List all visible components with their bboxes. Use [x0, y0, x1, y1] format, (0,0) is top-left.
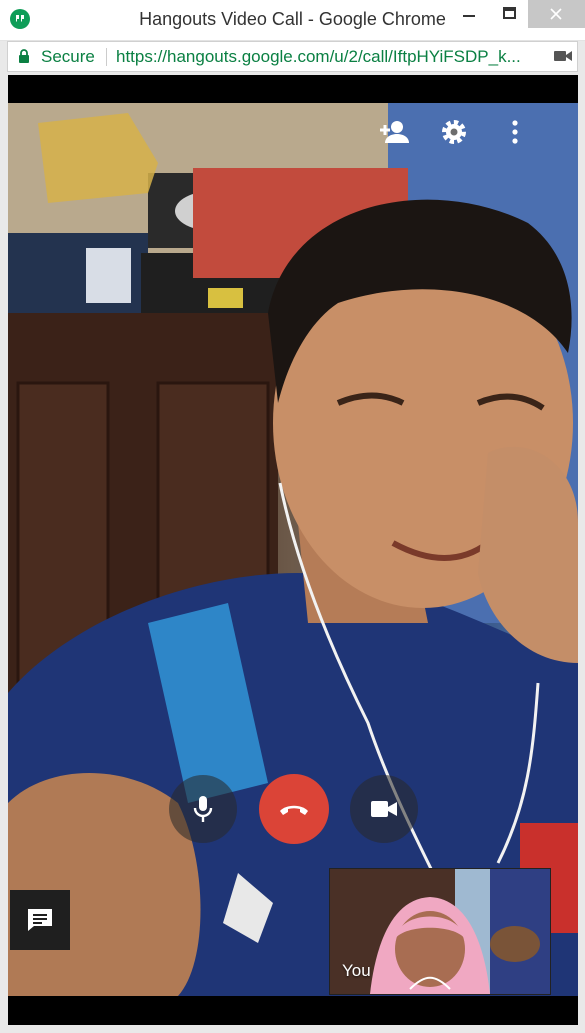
close-button[interactable] — [528, 0, 585, 28]
microphone-icon — [193, 796, 213, 822]
video-call-area: You — [8, 75, 578, 1025]
camera-icon — [371, 801, 397, 817]
self-view-label: You — [342, 961, 371, 980]
chat-button[interactable] — [10, 890, 70, 950]
url-text[interactable]: https://hangouts.google.com/u/2/call/Ift… — [116, 47, 541, 67]
more-vert-icon[interactable] — [498, 115, 532, 149]
mute-microphone-button[interactable] — [169, 775, 237, 843]
window-titlebar: Hangouts Video Call - Google Chrome — [0, 0, 585, 41]
lock-icon — [19, 49, 29, 63]
end-call-button[interactable] — [259, 774, 329, 844]
close-icon — [550, 8, 562, 20]
address-separator — [106, 48, 107, 66]
chat-icon — [28, 909, 52, 931]
remote-video-illustration — [8, 103, 578, 996]
camera-in-use-icon[interactable] — [554, 50, 572, 62]
remote-video-feed — [8, 103, 578, 996]
toggle-camera-button[interactable] — [350, 775, 418, 843]
self-view-video[interactable]: You — [329, 868, 551, 995]
add-person-icon[interactable] — [377, 115, 411, 149]
end-call-icon — [280, 805, 308, 815]
secure-label: Secure — [41, 47, 95, 66]
settings-icon[interactable] — [437, 115, 471, 149]
address-bar[interactable]: Secure https://hangouts.google.com/u/2/c… — [7, 41, 578, 72]
minimize-button[interactable] — [446, 0, 490, 28]
